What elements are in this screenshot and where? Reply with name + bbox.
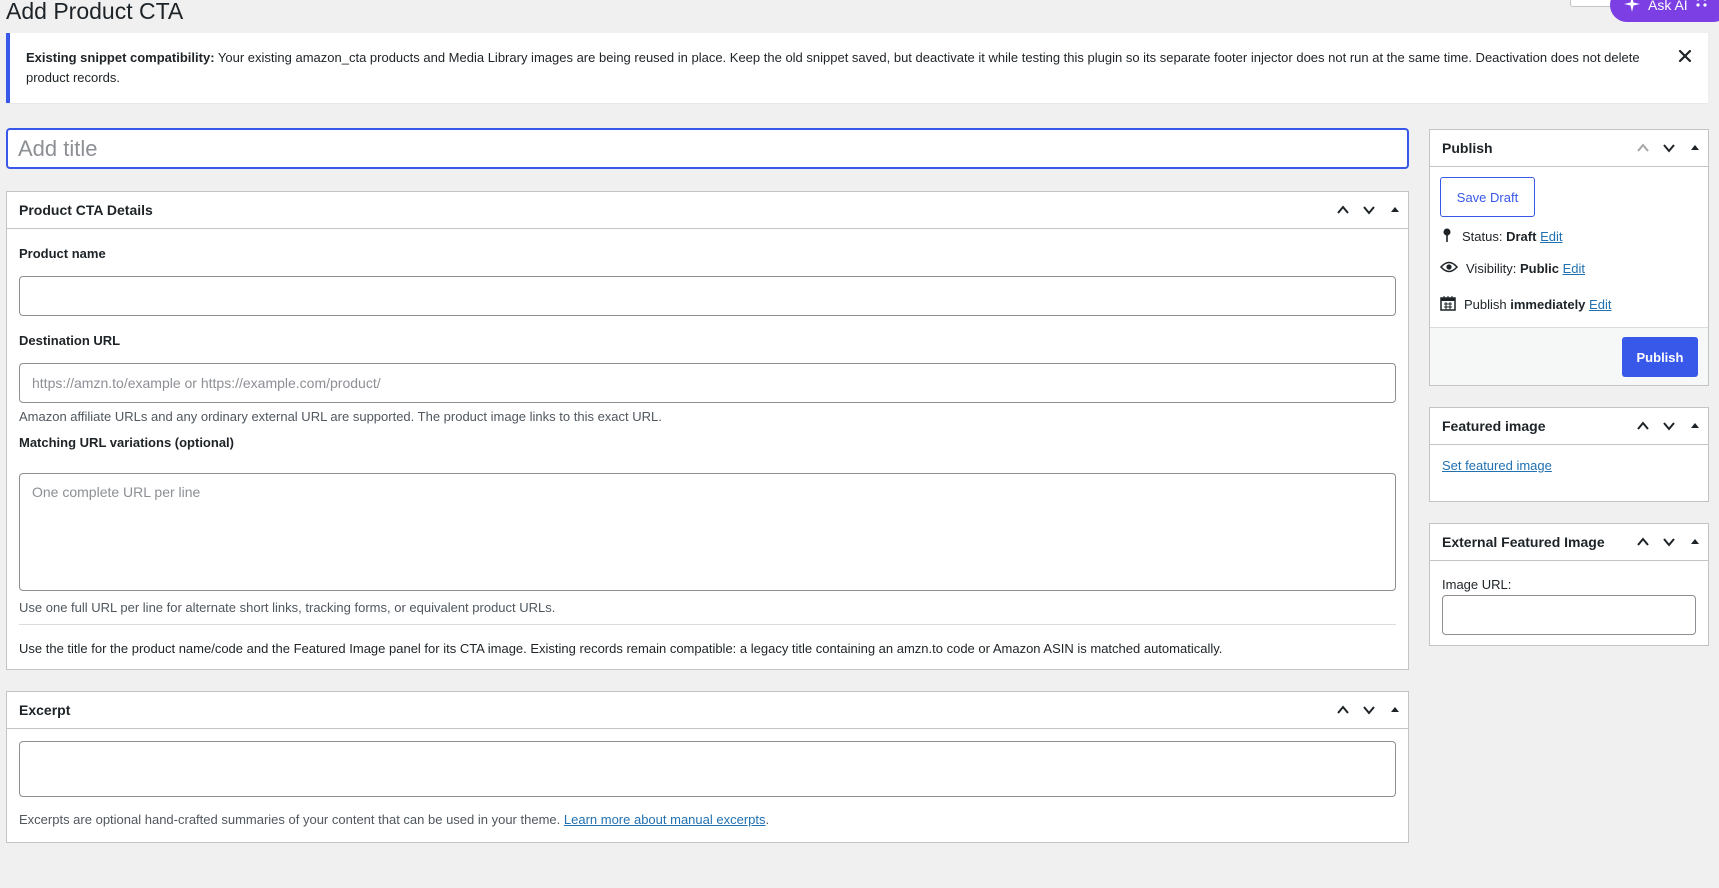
grid-dots-icon [1696, 0, 1708, 14]
pin-icon [1440, 227, 1454, 246]
edit-visibility-link[interactable]: Edit [1563, 261, 1585, 276]
schedule-label: Publish [1464, 297, 1507, 312]
cta-footer-note: Use the title for the product name/code … [19, 641, 1223, 656]
schedule-row: Publish immediately Edit [1440, 295, 1611, 314]
page-title: Add Product CTA [6, 0, 184, 24]
eye-icon [1439, 261, 1459, 276]
url-variations-label: Matching URL variations (optional) [19, 435, 234, 450]
edit-status-link[interactable]: Edit [1540, 229, 1562, 244]
schedule-value: immediately [1510, 297, 1586, 312]
postbox-actions [1634, 524, 1704, 560]
excerpt-box: Excerpt Excerpts are optional hand-craft… [6, 691, 1409, 843]
calendar-icon [1440, 295, 1456, 314]
close-icon[interactable] [1676, 47, 1694, 65]
external-featured-image-header[interactable]: External Featured Image [1430, 524, 1708, 561]
ask-ai-label: Ask AI [1648, 0, 1688, 13]
collapse-toggle-icon[interactable] [1686, 417, 1704, 435]
product-cta-details-box: Product CTA Details Product name Destina… [6, 191, 1409, 670]
move-up-icon[interactable] [1634, 533, 1652, 551]
image-url-label: Image URL: [1442, 577, 1512, 592]
postbox-title: External Featured Image [1442, 534, 1605, 550]
status-row: Status: Draft Edit [1440, 227, 1562, 246]
excerpt-desc-text: Excerpts are optional hand-crafted summa… [19, 812, 561, 827]
move-up-icon[interactable] [1634, 139, 1652, 157]
external-featured-image-box: External Featured Image Image URL: [1429, 523, 1709, 646]
screen-options-button[interactable] [1570, 0, 1614, 7]
product-name-input[interactable] [19, 276, 1396, 316]
destination-url-description: Amazon affiliate URLs and any ordinary e… [19, 409, 662, 424]
move-down-icon[interactable] [1660, 139, 1678, 157]
title-input[interactable] [6, 128, 1409, 169]
postbox-actions [1634, 408, 1704, 444]
featured-image-header[interactable]: Featured image [1430, 408, 1708, 445]
move-down-icon[interactable] [1660, 417, 1678, 435]
featured-image-box: Featured image Set featured image [1429, 407, 1709, 502]
postbox-title: Product CTA Details [19, 202, 153, 218]
visibility-value: Public [1519, 261, 1559, 276]
postbox-title: Publish [1442, 140, 1493, 156]
postbox-actions [1334, 192, 1404, 228]
publish-actions: Publish [1430, 327, 1708, 385]
excerpt-description: Excerpts are optional hand-crafted summa… [19, 812, 769, 827]
url-variations-textarea[interactable] [19, 473, 1396, 591]
move-up-icon[interactable] [1634, 417, 1652, 435]
image-url-input[interactable] [1442, 595, 1696, 635]
excerpt-header[interactable]: Excerpt [7, 692, 1408, 729]
move-up-icon[interactable] [1334, 201, 1352, 219]
publish-body: Save Draft Status: Draft Edit Visibility… [1430, 167, 1708, 327]
compatibility-notice: Existing snippet compatibility: Your exi… [6, 33, 1708, 103]
destination-url-input[interactable] [19, 363, 1396, 403]
postbox-title: Excerpt [19, 702, 71, 718]
save-draft-button[interactable]: Save Draft [1440, 177, 1535, 217]
product-name-label: Product name [19, 246, 106, 261]
move-down-icon[interactable] [1360, 201, 1378, 219]
status-value: Draft [1506, 229, 1537, 244]
destination-url-label: Destination URL [19, 333, 121, 348]
notice-strong: Existing snippet compatibility: [26, 50, 215, 65]
postbox-title: Featured image [1442, 418, 1546, 434]
move-up-icon[interactable] [1334, 701, 1352, 719]
set-featured-image-link[interactable]: Set featured image [1442, 458, 1552, 473]
learn-more-excerpts-link[interactable]: Learn more about manual excerpts [564, 812, 766, 827]
publish-box: Publish Save Draft Status: Draft Edit Vi… [1429, 129, 1709, 386]
product-cta-details-header[interactable]: Product CTA Details [7, 192, 1408, 229]
ask-ai-button[interactable]: Ask AI [1610, 0, 1719, 22]
divider [19, 624, 1396, 625]
notice-text: Your existing amazon_cta products and Me… [26, 50, 1640, 85]
move-down-icon[interactable] [1660, 533, 1678, 551]
collapse-toggle-icon[interactable] [1386, 201, 1404, 219]
collapse-toggle-icon[interactable] [1686, 139, 1704, 157]
publish-button[interactable]: Publish [1622, 337, 1698, 377]
edit-schedule-link[interactable]: Edit [1589, 297, 1611, 312]
collapse-toggle-icon[interactable] [1386, 701, 1404, 719]
status-label: Status: [1462, 229, 1503, 244]
url-variations-description: Use one full URL per line for alternate … [19, 600, 556, 615]
sparkle-icon [1624, 0, 1640, 15]
collapse-toggle-icon[interactable] [1686, 533, 1704, 551]
visibility-label: Visibility: [1466, 261, 1517, 276]
postbox-actions [1634, 130, 1704, 166]
excerpt-period: . [765, 812, 770, 827]
visibility-row: Visibility: Public Edit [1439, 261, 1585, 276]
move-down-icon[interactable] [1360, 701, 1378, 719]
publish-header[interactable]: Publish [1430, 130, 1708, 167]
postbox-actions [1334, 692, 1404, 728]
excerpt-textarea[interactable] [19, 741, 1396, 797]
